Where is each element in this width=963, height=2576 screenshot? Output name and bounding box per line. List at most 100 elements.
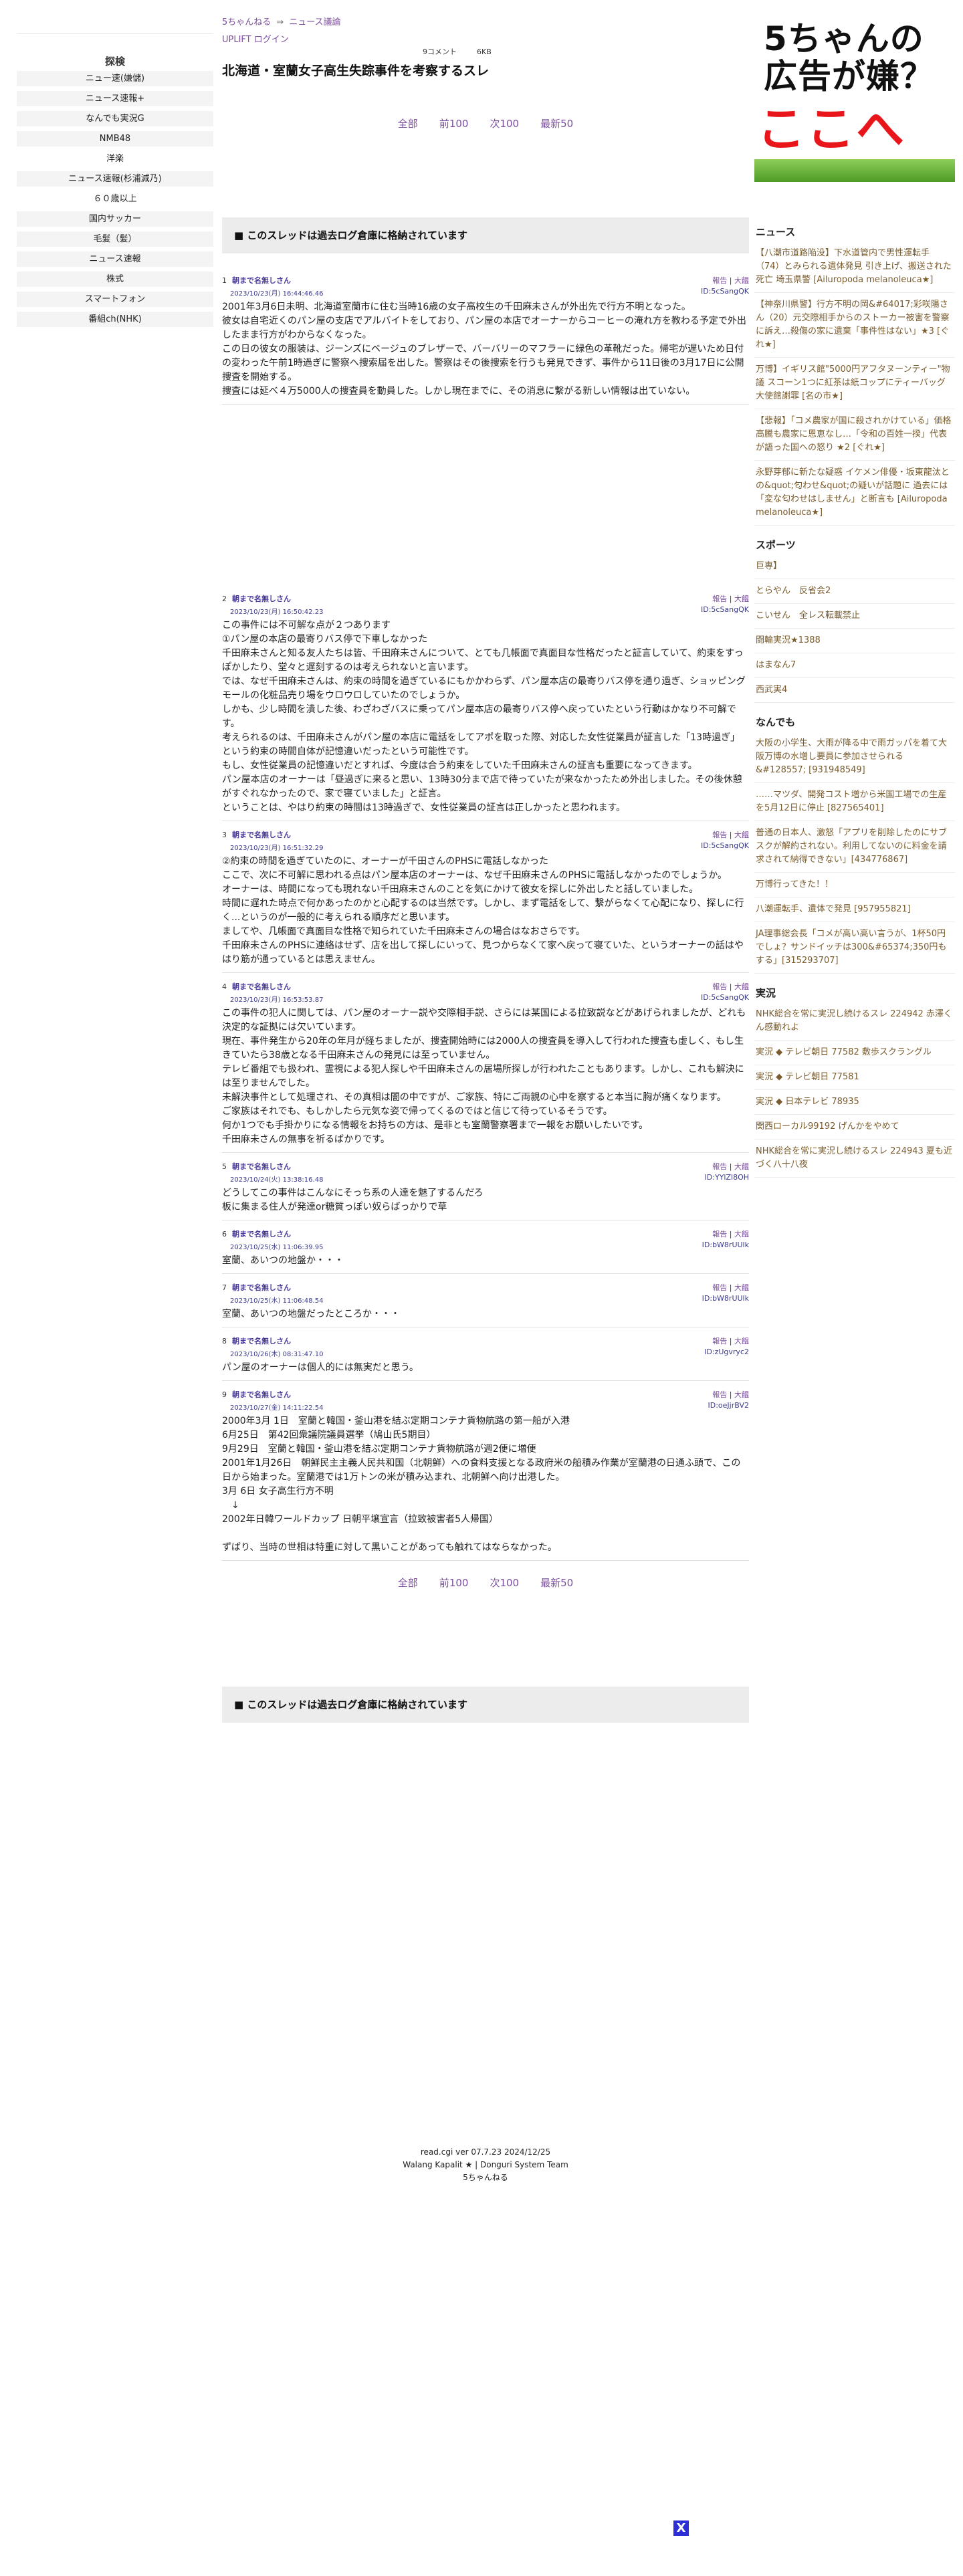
expand-link[interactable]: 大饂	[734, 1230, 749, 1239]
nav-all-link[interactable]: 全部	[398, 1577, 418, 1589]
sidebar-board-link[interactable]: ニュー速(嫌儲)	[17, 71, 213, 86]
sidebar-board-link[interactable]: 国内サッカー	[17, 211, 213, 227]
nav-all-link[interactable]: 全部	[398, 118, 418, 130]
sidebar-board-link[interactable]: スマートフォン	[17, 292, 213, 307]
poster-name[interactable]: 朝まで名無しさん	[232, 982, 291, 991]
sidebar-thread-link[interactable]: 実況 ◆ テレビ朝日 77581	[754, 1065, 955, 1090]
expand-link[interactable]: 大饂	[734, 595, 749, 603]
expand-link[interactable]: 大饂	[734, 1390, 749, 1399]
report-link[interactable]: 報告	[712, 276, 727, 285]
sidebar-board-link[interactable]: ニュース速報	[17, 251, 213, 267]
post-body: 室蘭、あいつの地盤だったところか・・・	[222, 1309, 400, 1319]
sidebar-thread-link[interactable]: こいせん 全レス転載禁止	[754, 604, 955, 629]
grass-image	[754, 159, 955, 182]
sidebar-thread-link[interactable]: 大阪の小学生、大雨が降る中で雨ガッパを着て大阪万博の水増し要員に参加させられる …	[754, 732, 955, 783]
tools-separator: |	[729, 1283, 732, 1292]
post: 8 朝まで名無しさん 2023/10/26(木) 08:31:47.10 報告 | 大…	[222, 1327, 749, 1380]
post-date: 2023/10/23(月) 16:50:42.23	[230, 609, 324, 616]
expand-link[interactable]: 大饂	[734, 1162, 749, 1171]
nav-next-link[interactable]: 次100	[490, 1577, 519, 1589]
sidebar-thread-link[interactable]: 万博】イギリス館"5000円アフタヌーンティー"物議 スコーン1つに紅茶は紙コッ…	[754, 358, 955, 409]
poster-name[interactable]: 朝まで名無しさん	[232, 1283, 291, 1292]
post-body: この事件の犯人に関しては、パン屋のオーナー説や交際相手説、さらには某国による拉致…	[222, 1008, 746, 1145]
sidebar-board-link[interactable]: NMB48	[17, 131, 213, 146]
sidebar-board-link[interactable]: ニュース速報(杉浦減乃)	[17, 171, 213, 187]
right-sidebar: 5ちゃんの 広告が嫌？ ここへ ニュース 【八潮市道路陥没】下水道管内で男性運転手（…	[754, 0, 955, 1178]
poster-name[interactable]: 朝まで名無しさん	[232, 1230, 291, 1239]
ad-banner[interactable]: 5ちゃんの 広告が嫌？ ここへ	[754, 15, 955, 182]
sidebar-thread-link[interactable]: はまなん7	[754, 653, 955, 678]
report-link[interactable]: 報告	[712, 1162, 727, 1171]
expand-link[interactable]: 大饂	[734, 276, 749, 285]
sidebar-section: スポーツ 巨専】 とらやん 反省会2 こいせん 全レス転載禁止 闘輪実況★1388 はまな…	[754, 538, 955, 703]
poster-name[interactable]: 朝まで名無しさん	[232, 831, 291, 839]
expand-link[interactable]: 大饂	[734, 831, 749, 839]
nav-prev-link[interactable]: 前100	[439, 1577, 469, 1589]
report-link[interactable]: 報告	[712, 1337, 727, 1346]
report-link[interactable]: 報告	[712, 1283, 727, 1292]
poster-name[interactable]: 朝まで名無しさん	[232, 595, 291, 603]
poster-name[interactable]: 朝まで名無しさん	[232, 1390, 291, 1399]
breadcrumb-home-link[interactable]: 5ちゃんねる	[222, 17, 271, 27]
poster-id: ID:YYlZl8OH	[704, 1173, 749, 1182]
sidebar-thread-link[interactable]: 巨専】	[754, 554, 955, 579]
sidebar-thread-link[interactable]: 【悲報】「コメ農家が国に殺されかけている」価格高騰も農家に恩恵なし…「令和の百姓…	[754, 409, 955, 461]
sidebar-thread-link[interactable]: NHK総合を常に実況し続けるスレ 224943 夏も近づく八十八夜	[754, 1140, 955, 1178]
post: 7 朝まで名無しさん 2023/10/25(水) 11:06:48.54 報告 | 大…	[222, 1274, 749, 1327]
post-header: 2 朝まで名無しさん	[222, 593, 749, 604]
report-link[interactable]: 報告	[712, 831, 727, 839]
sidebar-thread-link[interactable]: 【八潮市道路陥没】下水道管内で男性運転手（74）とみられる遺体発見 引き上げ、搬…	[754, 241, 955, 293]
expand-link[interactable]: 大饂	[734, 1337, 749, 1346]
sidebar-list: ニュー速(嫌儲) ニュース速報+ なんでも実況G NMB48 洋楽ニュース速報(杉浦減乃…	[17, 71, 213, 327]
poster-name[interactable]: 朝まで名無しさん	[232, 1162, 291, 1171]
sidebar-board-link[interactable]: ６０歳以上	[17, 191, 213, 207]
sidebar-thread-link[interactable]: 実況 ◆ 日本テレビ 78935	[754, 1090, 955, 1115]
ad-text: 5ちゃんの 広告が嫌？	[764, 19, 934, 96]
sidebar-thread-link[interactable]: 【神奈川県警】行方不明の岡&#64017;彩咲陽さん（20）元交際相手からのスト…	[754, 293, 955, 358]
sidebar-board-link[interactable]: 毛髪（髪）	[17, 231, 213, 247]
sidebar-thread-link[interactable]: NHK総合を常に実況し続けるスレ 224942 赤澤くん感動れよ	[754, 1002, 955, 1041]
sidebar-thread-link[interactable]: とらやん 反省会2	[754, 579, 955, 604]
post-tools: 報告 | 大饂 ID:5cSangQK	[701, 593, 749, 614]
nav-latest-link[interactable]: 最新50	[540, 1577, 573, 1589]
sidebar-thread-link[interactable]: 八潮運転手、遺体で発見 [957955821]	[754, 897, 955, 922]
sidebar-board-link[interactable]: ニュース速報+	[17, 91, 213, 106]
poster-id: ID:oeJjrBV2	[708, 1401, 749, 1410]
poster-name[interactable]: 朝まで名無しさん	[232, 1337, 291, 1346]
sidebar-board-link[interactable]: 洋楽	[17, 151, 213, 167]
post-body: パン屋のオーナーは個人的には無実だと思う。	[222, 1362, 419, 1373]
report-link[interactable]: 報告	[712, 982, 727, 991]
sidebar-thread-link[interactable]: ……マツダ、開発コスト増から米国工場での生産を5月12日に停止 [8275654…	[754, 783, 955, 821]
report-link[interactable]: 報告	[712, 595, 727, 603]
nav-prev-link[interactable]: 前100	[439, 118, 469, 130]
sidebar-thread-link[interactable]: 永野芽郁に新たな疑惑 イケメン俳優・坂東龍汰との&quot;匂わせ&quot;の…	[754, 461, 955, 526]
report-link[interactable]: 報告	[712, 1390, 727, 1399]
sidebar-board-link[interactable]: なんでも実況G	[17, 111, 213, 126]
sidebar-thread-link[interactable]: 西武実4	[754, 678, 955, 703]
sidebar-board-link[interactable]: 株式	[17, 272, 213, 287]
expand-link[interactable]: 大饂	[734, 1283, 749, 1292]
poster-name[interactable]: 朝まで名無しさん	[232, 276, 291, 285]
sidebar-thread-link[interactable]: 実況 ◆ テレビ朝日 77582 敷歩スクラングル	[754, 1041, 955, 1065]
nav-next-link[interactable]: 次100	[490, 118, 519, 130]
post-date: 2023/10/25(水) 11:06:39.95	[230, 1244, 324, 1251]
sidebar-thread-link[interactable]: 闘輪実況★1388	[754, 629, 955, 653]
sidebar-board-link[interactable]: 番組ch(NHK)	[17, 312, 213, 327]
close-button[interactable]: X	[673, 2520, 689, 2536]
post-date: 2023/10/27(金) 14:11:22.54	[230, 1404, 324, 1412]
nav-latest-link[interactable]: 最新50	[540, 118, 573, 130]
post-number: 1	[222, 276, 227, 285]
sidebar-thread-link[interactable]: 関西ローカル99192 げんかをやめて	[754, 1115, 955, 1140]
expand-link[interactable]: 大饂	[734, 982, 749, 991]
sidebar-thread-link[interactable]: 万博行ってきた！！	[754, 873, 955, 897]
sidebar-section: なんでも 大阪の小学生、大雨が降る中で雨ガッパを着て大阪万博の水増し要員に参加させ…	[754, 715, 955, 974]
post: 3 朝まで名無しさん 2023/10/23(月) 16:51:32.29 報告 | 大…	[222, 821, 749, 972]
divider	[17, 0, 213, 34]
post-header: 5 朝まで名無しさん	[222, 1161, 749, 1172]
report-link[interactable]: 報告	[712, 1230, 727, 1239]
sidebar-thread-link[interactable]: 普通の日本人、激怒「アプリを削除したのにサブスクが解約されない。利用してないのに…	[754, 821, 955, 873]
breadcrumb-board-link[interactable]: ニュース議論	[289, 17, 340, 27]
tools-separator: |	[729, 276, 732, 285]
sidebar-thread-link[interactable]: JA理事総会長「コメが高い高い言うが、1杯50円でしょ？サンドイッチは300&#…	[754, 922, 955, 974]
login-link[interactable]: UPLIFT ログイン	[222, 35, 289, 45]
